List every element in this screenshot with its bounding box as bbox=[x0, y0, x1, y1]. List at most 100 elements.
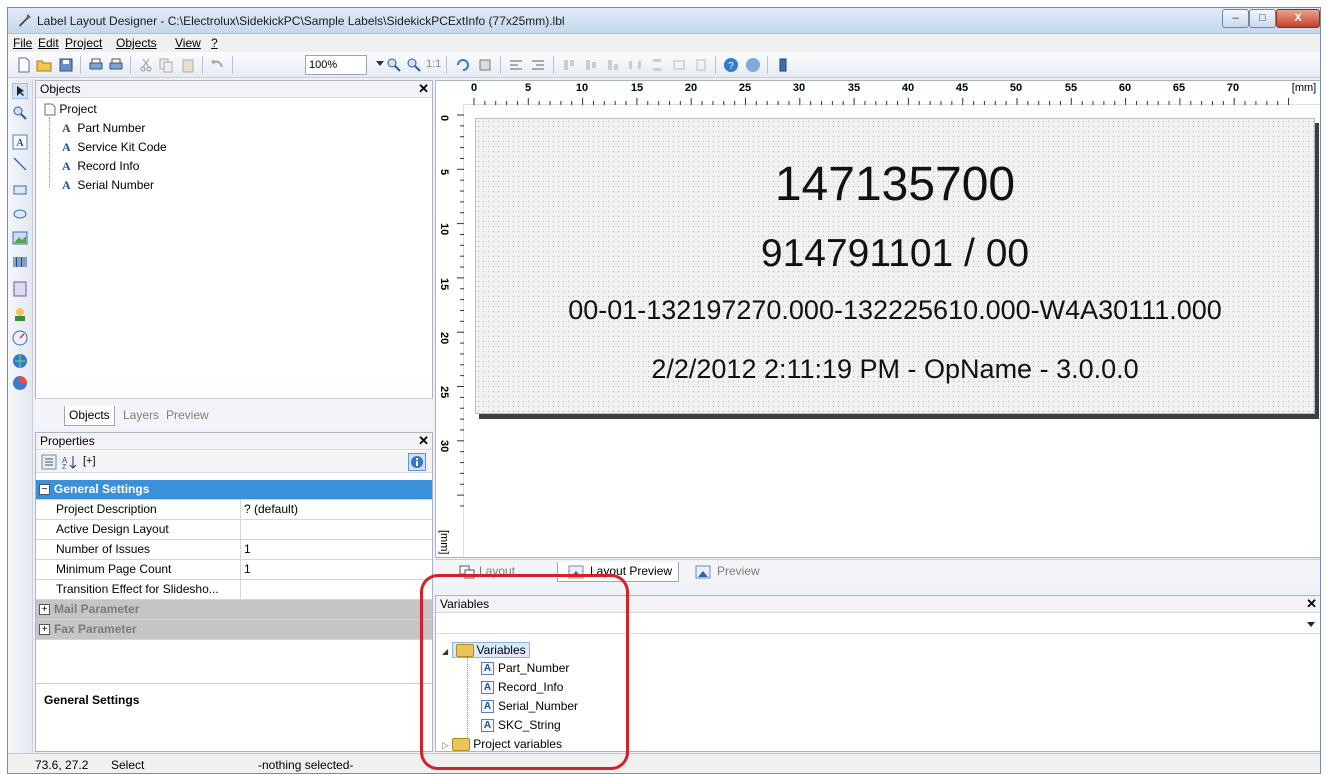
help-icon[interactable]: ? bbox=[723, 57, 739, 73]
category-fax-parameter[interactable]: + Fax Parameter bbox=[36, 620, 432, 640]
design-canvas-area[interactable]: 0 5 10 15 20 25 30 35 40 45 50 55 60 65 … bbox=[435, 80, 1320, 558]
tree-item[interactable]: A Record Info bbox=[62, 158, 139, 174]
tab-preview[interactable]: Preview bbox=[685, 562, 766, 582]
label-service-kit-code[interactable]: 914791101 / 00 bbox=[476, 232, 1314, 276]
distribute-horizontal-icon[interactable] bbox=[627, 57, 643, 73]
actual-size-button[interactable]: 1:1 bbox=[426, 58, 441, 70]
barcode-tool-icon[interactable] bbox=[12, 255, 28, 271]
align-bottom-icon[interactable] bbox=[605, 57, 621, 73]
close-icon[interactable]: ✕ bbox=[418, 433, 429, 449]
zoom-dropdown-icon[interactable] bbox=[376, 61, 384, 66]
expand-icon[interactable]: + bbox=[39, 604, 50, 615]
paste-icon[interactable] bbox=[180, 57, 196, 73]
objects-tab-strip: Objects Layers Preview bbox=[35, 398, 433, 429]
toolbar-separator bbox=[500, 56, 501, 74]
category-mail-parameter[interactable]: + Mail Parameter bbox=[36, 600, 432, 620]
picture-tool-icon[interactable] bbox=[12, 230, 28, 246]
tree-project-root[interactable]: Project bbox=[44, 101, 97, 117]
category-general-settings[interactable]: − General Settings bbox=[36, 480, 432, 500]
rectangle-tool-icon[interactable] bbox=[12, 182, 28, 198]
label-part-number[interactable]: 147135700 bbox=[476, 157, 1314, 212]
properties-icon[interactable] bbox=[477, 57, 493, 73]
rtf-tool-icon[interactable] bbox=[12, 281, 28, 297]
print-icon[interactable] bbox=[88, 57, 104, 73]
distribute-vertical-icon[interactable] bbox=[649, 57, 665, 73]
tab-layers[interactable]: Layers bbox=[119, 406, 163, 426]
info-icon[interactable] bbox=[408, 453, 426, 471]
menu-objects[interactable]: Objects bbox=[116, 36, 157, 50]
menu-project[interactable]: Project bbox=[65, 36, 102, 50]
maximize-button[interactable]: □ bbox=[1249, 9, 1276, 28]
menu-help[interactable]: ? bbox=[211, 36, 218, 50]
cut-icon[interactable] bbox=[138, 57, 154, 73]
menu-edit[interactable]: Edit bbox=[38, 36, 59, 50]
menu-view[interactable]: View bbox=[175, 36, 201, 50]
context-help-icon[interactable] bbox=[745, 57, 761, 73]
align-middle-icon[interactable] bbox=[583, 57, 599, 73]
zoom-combo[interactable]: 100% bbox=[305, 55, 367, 75]
save-icon[interactable] bbox=[58, 57, 74, 73]
ellipse-tool-icon[interactable] bbox=[12, 206, 28, 222]
same-height-icon[interactable] bbox=[693, 57, 709, 73]
property-value[interactable]: 1 bbox=[244, 542, 251, 556]
ruler-label: 25 bbox=[738, 82, 752, 94]
label-serial-number[interactable]: 2/2/2012 2:11:19 PM - OpName - 3.0.0.0 bbox=[476, 354, 1314, 385]
close-icon[interactable]: ✕ bbox=[1306, 596, 1317, 612]
zoom-tool-icon[interactable] bbox=[12, 105, 28, 121]
gauge-tool-icon[interactable] bbox=[12, 330, 28, 346]
categorized-icon[interactable] bbox=[41, 454, 57, 470]
property-row[interactable]: Transition Effect for Slidesho... bbox=[36, 580, 432, 600]
same-width-icon[interactable] bbox=[671, 57, 687, 73]
tree-item-label: Serial Number bbox=[77, 178, 155, 192]
chart-tool-icon[interactable] bbox=[12, 375, 28, 391]
text-tool-icon[interactable]: A bbox=[12, 134, 28, 150]
text-object-icon: A bbox=[62, 159, 71, 173]
copy-icon[interactable] bbox=[158, 57, 174, 73]
select-tool-icon[interactable] bbox=[12, 83, 28, 99]
print-preview-icon[interactable] bbox=[108, 57, 124, 73]
label-preview[interactable]: 147135700 914791101 / 00 00-01-132197270… bbox=[475, 118, 1315, 414]
align-right-icon[interactable] bbox=[530, 57, 546, 73]
tree-item[interactable]: A Service Kit Code bbox=[62, 139, 167, 155]
tab-objects[interactable]: Objects bbox=[64, 406, 115, 426]
property-name: Minimum Page Count bbox=[56, 562, 172, 576]
property-row[interactable]: Minimum Page Count 1 bbox=[36, 560, 432, 580]
tree-item[interactable]: A Part Number bbox=[62, 120, 145, 136]
tab-preview[interactable]: Preview bbox=[162, 406, 213, 426]
align-left-icon[interactable] bbox=[508, 57, 524, 73]
property-row[interactable]: Number of Issues 1 bbox=[36, 540, 432, 560]
undo-icon[interactable] bbox=[209, 57, 225, 73]
property-value[interactable]: ? (default) bbox=[244, 502, 298, 516]
collapse-icon[interactable]: − bbox=[39, 484, 50, 495]
tree-item[interactable]: A Serial Number bbox=[62, 177, 154, 193]
svg-text:Z: Z bbox=[62, 464, 67, 470]
minimize-button[interactable]: – bbox=[1222, 9, 1249, 28]
expand-all-button[interactable]: [+] bbox=[83, 455, 96, 467]
label-record-info[interactable]: 00-01-132197270.000-132225610.000-W4A301… bbox=[476, 295, 1314, 326]
zoom-in-icon[interactable] bbox=[386, 57, 402, 73]
title-bar: Label Layout Designer - C:\Electrolux\Si… bbox=[8, 8, 1320, 34]
close-icon[interactable]: ✕ bbox=[418, 81, 429, 97]
refresh-icon[interactable] bbox=[455, 57, 471, 73]
zoom-out-icon[interactable] bbox=[406, 57, 422, 73]
property-row[interactable]: Project Description ? (default) bbox=[36, 500, 432, 520]
ole-tool-icon[interactable] bbox=[12, 306, 28, 322]
ruler-label: 20 bbox=[438, 332, 450, 345]
chevron-down-icon[interactable] bbox=[1307, 622, 1315, 627]
ruler-label: 55 bbox=[1064, 82, 1078, 94]
property-row[interactable]: Active Design Layout bbox=[36, 520, 432, 540]
html-tool-icon[interactable] bbox=[12, 353, 28, 369]
property-name: Transition Effect for Slidesho... bbox=[56, 582, 219, 596]
property-value[interactable]: 1 bbox=[244, 562, 251, 576]
line-tool-icon[interactable] bbox=[12, 156, 28, 172]
open-folder-icon[interactable] bbox=[36, 57, 52, 73]
new-file-icon[interactable] bbox=[16, 57, 32, 73]
expand-icon[interactable]: + bbox=[39, 624, 50, 635]
status-bar: 73.6, 27.2 Select -nothing selected- bbox=[8, 753, 1320, 773]
objects-panel: Objects ✕ Project A Part Number A Servic… bbox=[35, 80, 433, 429]
sort-alphabetical-icon[interactable]: AZ bbox=[61, 454, 77, 470]
menu-file[interactable]: File bbox=[13, 36, 32, 50]
exit-icon[interactable] bbox=[775, 57, 791, 73]
align-top-icon[interactable] bbox=[561, 57, 577, 73]
close-button[interactable]: X bbox=[1276, 9, 1320, 28]
